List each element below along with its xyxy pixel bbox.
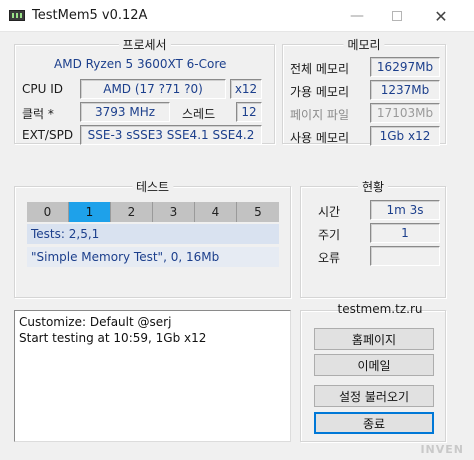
test-cell: 5 (237, 202, 279, 222)
ext-spd-field: SSE-3 sSSE3 SSE4.1 SSE4.2 (80, 125, 262, 145)
clock-field: 3793 MHz (80, 102, 170, 122)
maximize-icon (392, 11, 402, 21)
log-textbox[interactable]: Customize: Default @serj Start testing a… (14, 310, 291, 442)
watermark-logo: INVEN (420, 443, 464, 456)
processor-group-title: 프로세서 (118, 36, 171, 53)
available-memory-field: 1237Mb (370, 80, 440, 100)
test-cell: 4 (195, 202, 237, 222)
memory-group-title: 메모리 (343, 36, 385, 53)
used-memory-field: 1Gb x12 (370, 126, 440, 146)
total-memory-field: 16297Mb (370, 57, 440, 77)
available-memory-label: 가용 메모리 (290, 85, 350, 99)
email-button[interactable]: 이메일 (314, 354, 434, 376)
exit-button[interactable]: 종료 (314, 412, 434, 434)
test-cell-active: 1 (69, 202, 111, 222)
used-memory-label: 사용 메모리 (290, 131, 350, 145)
test-cell: 2 (111, 202, 153, 222)
memory-chip-icon (9, 10, 25, 21)
current-test-line: "Simple Memory Test", 0, 16Mb (27, 247, 279, 267)
close-button[interactable]: ✕ (418, 0, 464, 32)
cpu-id-label: CPU ID (22, 82, 63, 96)
load-settings-button[interactable]: 설정 불러오기 (314, 385, 434, 407)
cpu-id-field: AMD (17 ?71 ?0) (80, 79, 226, 99)
tests-list-line: Tests: 2,5,1 (27, 224, 279, 244)
page-file-field: 17103Mb (370, 103, 440, 123)
cpu-name: AMD Ryzen 5 3600XT 6-Core (54, 57, 227, 71)
cycle-label: 주기 (318, 228, 341, 242)
status-group-title: 현황 (357, 178, 389, 195)
time-label: 시간 (318, 205, 341, 219)
site-label: testmem.tz.ru (337, 302, 423, 316)
title-bar[interactable]: TestMem5 v0.12A — ✕ (0, 0, 474, 32)
time-field: 1m 3s (370, 200, 440, 220)
log-line: Customize: Default @serj (19, 315, 172, 329)
test-cell: 0 (27, 202, 69, 222)
clock-label: 클럭 * (22, 107, 54, 121)
homepage-button[interactable]: 홈페이지 (314, 328, 434, 350)
maximize-button[interactable] (374, 0, 420, 32)
errors-label: 오류 (318, 251, 341, 265)
page-file-label: 페이지 파일 (290, 108, 350, 122)
threads-label: 스레드 (182, 107, 216, 121)
cycle-field: 1 (370, 223, 440, 243)
main-window: 프로세서 AMD Ryzen 5 3600XT 6-Core CPU ID AM… (0, 32, 474, 460)
ext-spd-label: EXT/SPD (22, 128, 74, 142)
tests-group-title: 테스트 (131, 178, 174, 195)
cpu-thread-count-field: x12 (230, 79, 262, 99)
log-line: Start testing at 10:59, 1Gb x12 (19, 331, 207, 345)
test-cell: 3 (153, 202, 195, 222)
errors-field (370, 246, 440, 266)
window-title: TestMem5 v0.12A (32, 8, 148, 23)
threads-field: 12 (236, 102, 262, 122)
total-memory-label: 전체 메모리 (290, 62, 350, 76)
